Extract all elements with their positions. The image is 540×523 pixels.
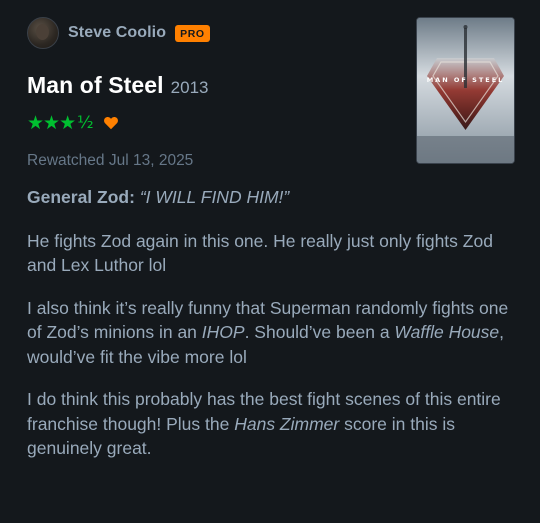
film-title[interactable]: Man of Steel <box>27 72 164 99</box>
film-year[interactable]: 2013 <box>171 78 209 98</box>
watch-date: Rewatched Jul 13, 2025 <box>27 152 194 169</box>
quote-speaker: General Zod: <box>27 187 135 207</box>
review-emphasis: Hans Zimmer <box>234 413 340 434</box>
poster-art <box>417 18 514 163</box>
review-page: Steve Coolio PRO Man of Steel 2013 ★★★ ½… <box>0 0 540 523</box>
poster-title-text: MAN OF STEEL <box>426 76 505 84</box>
avatar[interactable] <box>27 17 59 49</box>
avatar-face <box>36 24 49 40</box>
half-star: ½ <box>77 113 94 133</box>
reviewer-header[interactable]: Steve Coolio PRO <box>27 16 210 50</box>
film-title-row: Man of Steel 2013 <box>27 72 209 99</box>
review-body: General Zod: “I WILL FIND HIM!” He fight… <box>27 185 517 479</box>
quote-text: “I WILL FIND HIM!” <box>139 187 290 207</box>
review-paragraph-1: He fights Zod again in this one. He real… <box>27 230 493 276</box>
review-emphasis: IHOP <box>201 322 245 342</box>
review-paragraph-2: I also think it’s really funny that Supe… <box>27 296 517 370</box>
pro-badge: PRO <box>175 24 210 42</box>
reviewer-name[interactable]: Steve Coolio <box>68 24 166 42</box>
heart-icon <box>103 116 118 130</box>
review-paragraph-3: I do think this probably has the best fi… <box>27 387 517 461</box>
review-emphasis: Waffle House <box>394 322 500 342</box>
rating-row: ★★★ ½ <box>27 112 119 134</box>
review-quote: General Zod: “I WILL FIND HIM!” <box>27 185 517 210</box>
review-text: . Should’ve been a <box>244 322 395 342</box>
star-rating: ★★★ <box>27 112 76 134</box>
film-poster[interactable]: MAN OF STEEL <box>416 17 515 164</box>
